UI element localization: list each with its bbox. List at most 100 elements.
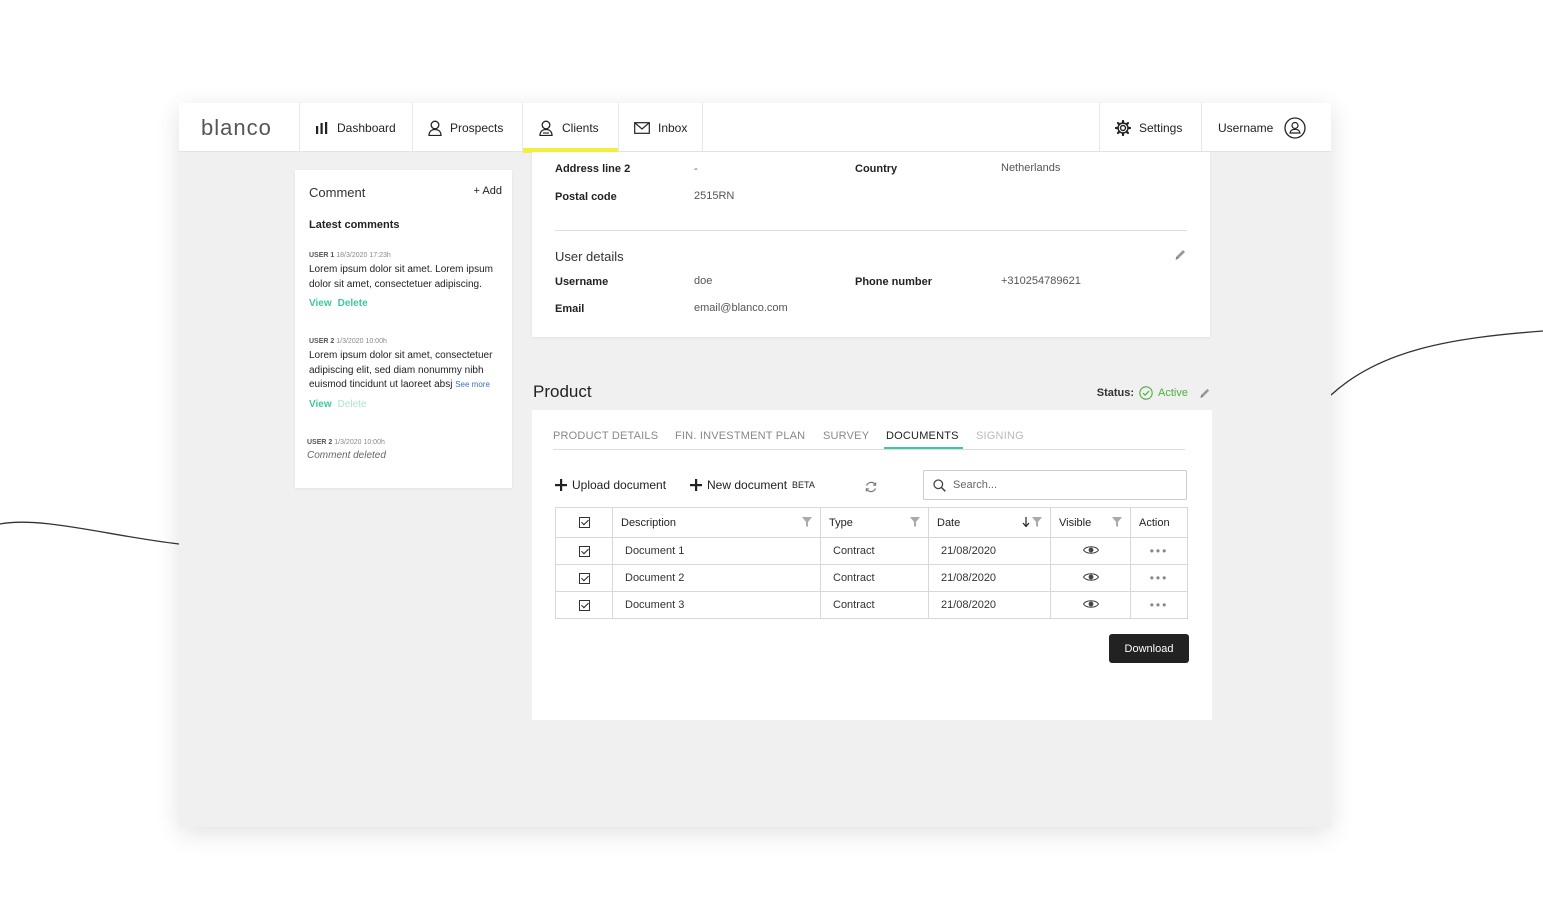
username-label: Username: [1218, 120, 1274, 135]
column-date[interactable]: Date: [928, 507, 1051, 538]
tab-fin-investment-plan[interactable]: FIN. INVESTMENT PLAN: [675, 430, 805, 442]
country-value: Netherlands: [1001, 162, 1061, 174]
avatar-icon: [1284, 116, 1307, 139]
document-description[interactable]: Document 2: [612, 564, 821, 592]
product-panel: PRODUCT DETAILS FIN. INVESTMENT PLAN SUR…: [532, 410, 1212, 720]
document-date: 21/08/2020: [928, 564, 1051, 592]
delete-comment-link[interactable]: Delete: [338, 298, 368, 309]
column-description[interactable]: Description: [612, 507, 821, 538]
download-button[interactable]: Download: [1109, 634, 1189, 663]
user-details-title: User details: [555, 249, 624, 264]
plus-icon: [690, 479, 702, 491]
tab-documents[interactable]: DOCUMENTS: [884, 430, 963, 449]
document-type: Contract: [820, 564, 929, 592]
nav-dashboard-label: Dashboard: [337, 120, 396, 135]
phone-number-value: +310254789621: [1001, 275, 1081, 287]
column-date-label: Date: [937, 516, 961, 529]
email-value: email@blanco.com: [694, 302, 788, 314]
filter-icon[interactable]: [802, 517, 812, 527]
row-actions-menu[interactable]: •••: [1150, 571, 1169, 585]
gear-icon: [1115, 119, 1131, 136]
user-outline-icon: [428, 120, 442, 136]
clients-icon: [539, 120, 553, 136]
email-label: Email: [555, 303, 585, 315]
select-all-checkbox[interactable]: [578, 517, 590, 529]
column-action-label: Action: [1139, 516, 1170, 529]
blanco-logo[interactable]: blanco: [201, 115, 272, 141]
username-field-label: Username: [555, 276, 609, 288]
tab-product-details[interactable]: PRODUCT DETAILS: [553, 430, 658, 442]
row-checkbox[interactable]: [578, 599, 590, 611]
view-comment-link[interactable]: View: [309, 399, 332, 410]
nav-clients-label: Clients: [562, 120, 599, 135]
upload-document-label: Upload document: [572, 478, 667, 492]
nav-inbox-label: Inbox: [658, 120, 688, 135]
filter-icon[interactable]: [1112, 517, 1122, 527]
add-comment-button[interactable]: + Add: [474, 185, 502, 197]
eye-icon[interactable]: [1082, 545, 1099, 555]
column-description-label: Description: [621, 516, 677, 529]
table-header-row: Description Type Date Visible Action: [555, 507, 1188, 538]
search-input[interactable]: [953, 479, 1173, 491]
table-row: Document 2 Contract 21/08/2020 •••: [555, 564, 1188, 592]
postal-code-value: 2515RN: [694, 190, 735, 202]
phone-number-label: Phone number: [855, 276, 933, 288]
document-date: 21/08/2020: [928, 591, 1051, 619]
filter-icon[interactable]: [1032, 517, 1042, 527]
top-navigation-bar: blanco Dashboard Prospects Clients Inbox…: [179, 103, 1331, 153]
user-menu[interactable]: Username: [1201, 103, 1331, 152]
comment-deleted-text: Comment deleted: [307, 450, 386, 461]
tab-signing[interactable]: SIGNING: [976, 430, 1024, 442]
new-document-button[interactable]: New document BETA: [690, 478, 815, 492]
comment-user: USER 1: [309, 252, 335, 259]
comment-user: USER 2: [309, 338, 335, 345]
check-circle-icon: [1139, 386, 1153, 400]
document-type: Contract: [820, 537, 929, 565]
plus-icon: [555, 479, 567, 491]
document-description[interactable]: Document 1: [612, 537, 821, 565]
postal-code-label: Postal code: [555, 191, 617, 203]
row-actions-menu[interactable]: •••: [1150, 544, 1169, 558]
delete-comment-link[interactable]: Delete: [338, 399, 367, 410]
nav-prospects[interactable]: Prospects: [412, 103, 518, 152]
refresh-icon[interactable]: [864, 480, 878, 494]
nav-prospects-label: Prospects: [450, 120, 504, 135]
edit-pencil-icon[interactable]: [1174, 248, 1187, 261]
documents-table: Description Type Date Visible Action Doc…: [555, 507, 1188, 619]
comment-item: USER 2 1/3/2020 10:00h Lorem ipsum dolor…: [309, 338, 505, 410]
eye-icon[interactable]: [1082, 572, 1099, 582]
document-date: 21/08/2020: [928, 537, 1051, 565]
select-all-header: [555, 507, 613, 538]
row-actions-menu[interactable]: •••: [1150, 598, 1169, 612]
document-description[interactable]: Document 3: [612, 591, 821, 619]
document-type: Contract: [820, 591, 929, 619]
edit-pencil-icon[interactable]: [1199, 387, 1211, 399]
settings-label: Settings: [1139, 120, 1183, 135]
table-row: Document 3 Contract 21/08/2020 •••: [555, 591, 1188, 619]
nav-inbox[interactable]: Inbox: [618, 103, 704, 152]
view-comment-link[interactable]: View: [309, 298, 332, 309]
latest-comments-heading: Latest comments: [309, 219, 400, 231]
row-checkbox[interactable]: [578, 572, 590, 584]
tab-survey[interactable]: SURVEY: [823, 430, 869, 442]
comments-title: Comment: [309, 185, 366, 200]
see-more-link[interactable]: See more: [455, 380, 490, 389]
comment-item-deleted: USER 2 1/3/2020 10:00h Comment deleted: [307, 439, 503, 461]
filter-icon[interactable]: [910, 517, 920, 527]
document-search[interactable]: [923, 470, 1187, 500]
sort-down-arrow-icon[interactable]: [1022, 517, 1030, 527]
country-label: Country: [855, 163, 898, 175]
upload-document-button[interactable]: Upload document: [555, 478, 666, 492]
username-field-value: doe: [694, 275, 713, 287]
new-document-label: New document: [707, 478, 788, 492]
column-type[interactable]: Type: [820, 507, 929, 538]
row-checkbox[interactable]: [578, 545, 590, 557]
column-visible[interactable]: Visible: [1050, 507, 1131, 538]
settings-button[interactable]: Settings: [1099, 103, 1201, 152]
eye-icon[interactable]: [1082, 599, 1099, 609]
nav-clients[interactable]: Clients: [522, 103, 618, 153]
nav-dashboard[interactable]: Dashboard: [299, 103, 411, 152]
comment-time: 1/3/2020 10:00h: [336, 338, 387, 345]
product-tabs: PRODUCT DETAILS FIN. INVESTMENT PLAN SUR…: [553, 428, 1185, 450]
search-icon: [933, 478, 946, 492]
